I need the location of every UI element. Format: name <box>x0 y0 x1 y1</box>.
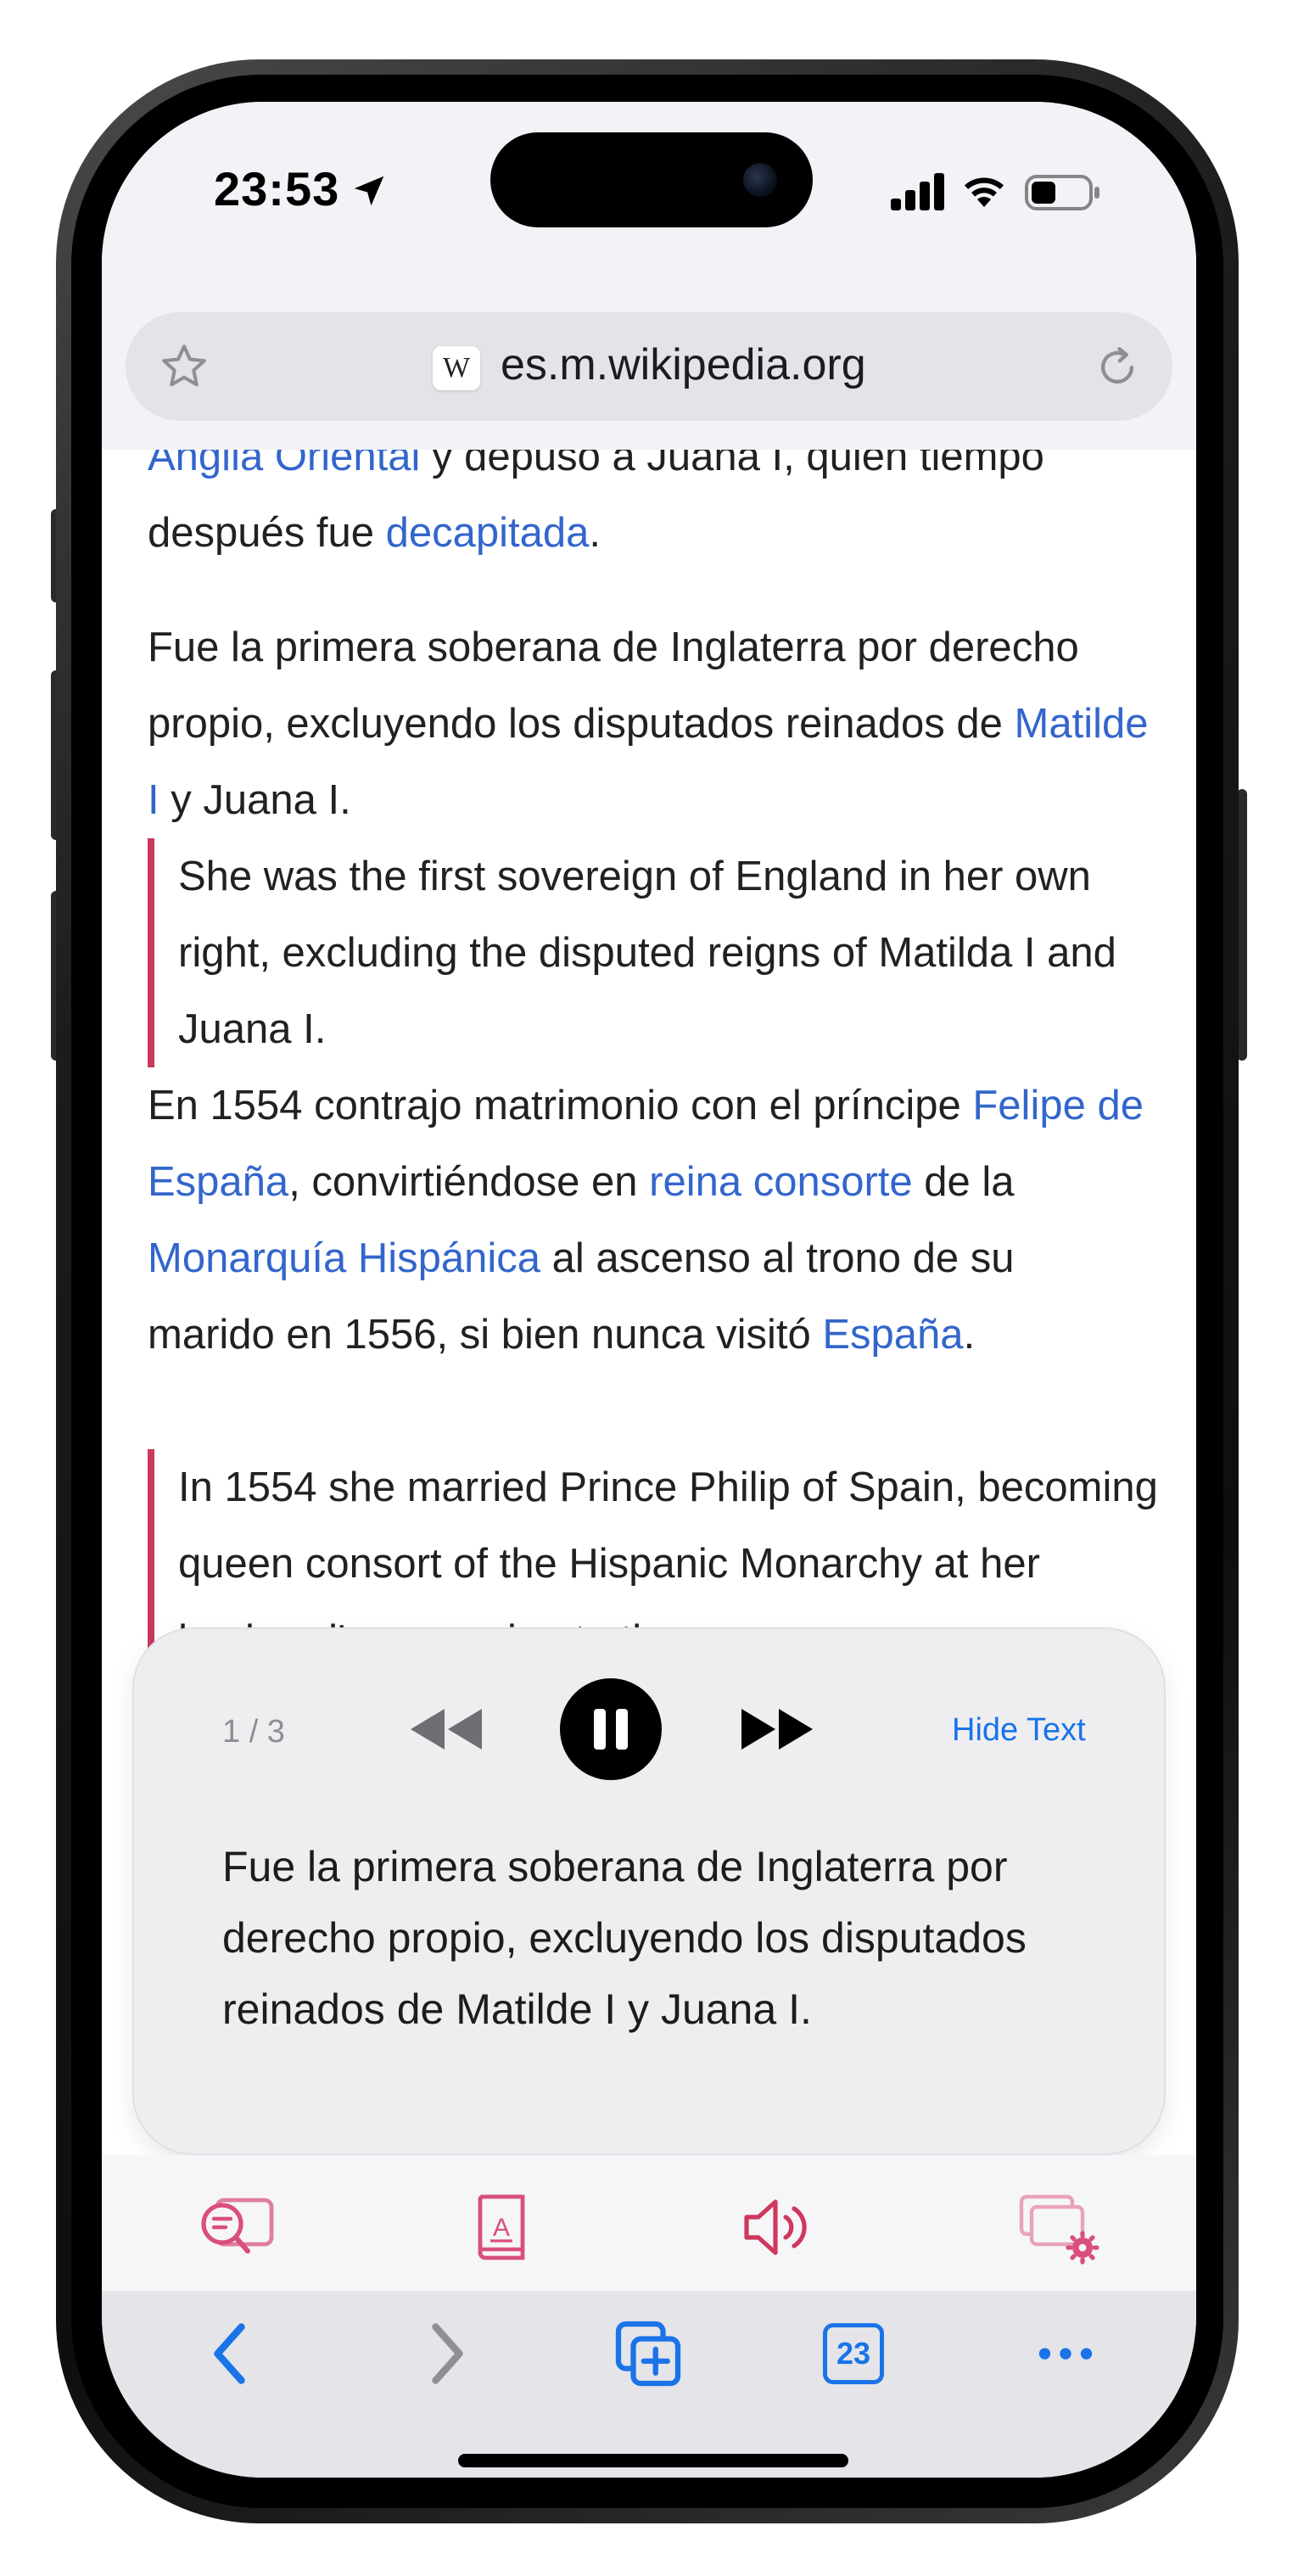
text-span: En 1554 contrajo matrimonio con el prínc… <box>148 1083 973 1128</box>
window-settings-icon[interactable] <box>1015 2189 1099 2265</box>
fast-forward-icon[interactable] <box>738 1702 820 1756</box>
back-chevron-icon[interactable] <box>197 2318 268 2389</box>
current-sentence: Fue la primera soberana de Inglaterra po… <box>222 1843 1027 2033</box>
text-span: después fue <box>148 510 386 556</box>
svg-text:A: A <box>493 2214 510 2242</box>
new-tab-icon[interactable] <box>613 2318 684 2389</box>
status-bar: 23:53 <box>102 102 1196 297</box>
address-bar-area: W es.m.wikipedia.org <box>102 297 1196 450</box>
reader-toolbar: A <box>102 2155 1196 2291</box>
paragraph: Fue la primera soberana de Inglaterra po… <box>148 609 1149 838</box>
pause-icon-bar <box>616 1709 628 1750</box>
speech-panel: 1 / 3 Hide Text Fue la primera soberana … <box>134 1629 1164 2153</box>
text-span: , convirtiéndose en <box>288 1159 650 1205</box>
address-bar[interactable]: W es.m.wikipedia.org <box>126 312 1172 421</box>
reina-consorte-link[interactable]: reina consorte <box>649 1159 913 1205</box>
partial-top-line: Anglia Oriental y depuso a Juana I, quie… <box>148 450 1149 495</box>
espana-link[interactable]: España <box>822 1312 963 1358</box>
front-camera <box>743 163 777 197</box>
url-text[interactable]: es.m.wikipedia.org <box>501 339 866 390</box>
location-arrow-icon <box>354 176 384 206</box>
text-span: . <box>963 1312 976 1358</box>
monarquia-link[interactable]: Monarquía Hispánica <box>148 1235 540 1281</box>
text-span: . <box>589 510 601 556</box>
wifi-icon <box>965 177 1004 207</box>
browser-toolbar: 23 <box>102 2291 1196 2478</box>
anglia-oriental-link[interactable]: Anglia Oriental <box>148 450 420 479</box>
pause-button[interactable] <box>560 1678 662 1780</box>
bookmark-star-icon[interactable] <box>158 341 210 392</box>
dynamic-island <box>490 132 813 227</box>
translation-quote: She was the first sovereign of England i… <box>148 838 1171 1067</box>
rewind-icon[interactable] <box>404 1702 485 1756</box>
translate-lookup-icon[interactable] <box>193 2189 278 2265</box>
home-indicator[interactable] <box>458 2454 848 2467</box>
sentence-pager: 1 / 3 <box>222 1714 285 1750</box>
battery-icon <box>1025 175 1099 210</box>
article-content: Anglia Oriental y depuso a Juana I, quie… <box>102 450 1196 1799</box>
forward-chevron-icon[interactable] <box>409 2318 480 2389</box>
hide-text-button[interactable]: Hide Text <box>952 1712 1086 1749</box>
decapitada-link[interactable]: decapitada <box>386 510 590 556</box>
reload-icon[interactable] <box>1093 343 1142 392</box>
paragraph: En 1554 contrajo matrimonio con el prínc… <box>148 1067 1149 1373</box>
text-span: y depuso a Juana I, quien tiempo <box>420 450 1044 479</box>
text-span: Fue la primera soberana de Inglaterra po… <box>148 624 1079 747</box>
cellular-signal-icon <box>891 173 944 210</box>
dictionary-book-icon[interactable]: A <box>462 2189 546 2265</box>
wikipedia-favicon: W <box>433 346 480 390</box>
tabs-icon[interactable]: 23 <box>823 2323 884 2384</box>
status-time: 23:53 <box>214 162 340 216</box>
text-span: de la <box>912 1159 1015 1205</box>
phone-screen: 23:53 W es.m.wikipedia.org Anglia Orient… <box>102 102 1196 2478</box>
paragraph: después fue decapitada. <box>148 495 1149 571</box>
more-icon[interactable] <box>1030 2318 1101 2389</box>
text-span: y Juana I. <box>159 777 351 823</box>
pause-icon-bar <box>594 1709 606 1750</box>
speaker-icon[interactable] <box>736 2189 821 2265</box>
